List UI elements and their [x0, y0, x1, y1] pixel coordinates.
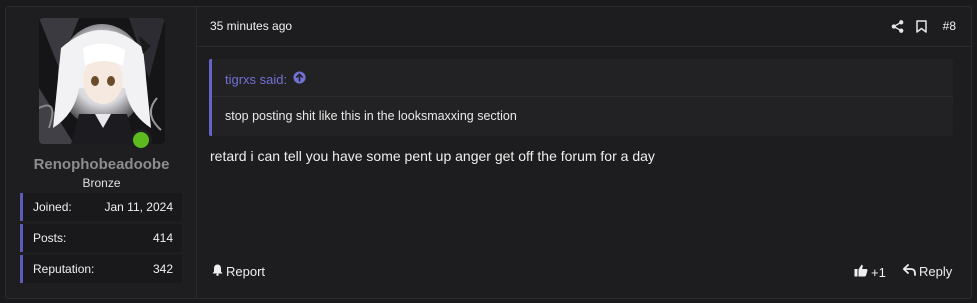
avatar[interactable]	[39, 18, 165, 144]
stat-joined: Joined: Jan 11, 2024	[20, 193, 182, 221]
stat-value: 414	[152, 231, 173, 245]
avatar-container	[39, 18, 165, 151]
bookmark-icon[interactable]	[913, 18, 929, 34]
quote-block: tigrxs said: stop posting shit like this…	[209, 59, 953, 136]
thumbs-up-icon	[854, 264, 868, 280]
forum-post: Renophobeadoobe Bronze Joined: Jan 11, 2…	[5, 6, 972, 299]
post-main: 35 minutes ago #8 tigrxs said: stop post…	[197, 7, 971, 298]
like-button[interactable]: +1	[854, 264, 886, 280]
stat-reputation: Reputation: 342	[20, 255, 182, 283]
stat-label: Joined:	[33, 200, 72, 214]
online-status-indicator	[130, 129, 152, 151]
user-title: Bronze	[82, 176, 121, 190]
post-number-link[interactable]: #8	[943, 19, 956, 33]
quote-author[interactable]: tigrxs said:	[225, 72, 287, 87]
username-link[interactable]: Renophobeadoobe	[6, 156, 197, 173]
user-sidebar: Renophobeadoobe Bronze Joined: Jan 11, 2…	[6, 7, 197, 298]
post-header: 35 minutes ago #8	[197, 7, 971, 47]
quote-text: stop posting shit like this in the looks…	[225, 109, 517, 123]
quote-divider	[212, 96, 953, 97]
reaction-count[interactable]: +1	[871, 265, 886, 280]
reply-arrow-icon	[902, 264, 916, 279]
stat-value: Jan 11, 2024	[104, 200, 173, 214]
arrow-up-circle-icon[interactable]	[293, 71, 306, 87]
share-icon[interactable]	[889, 18, 905, 34]
stat-label: Reputation:	[33, 262, 95, 276]
reply-label: Reply	[919, 264, 953, 279]
post-message: retard i can tell you have some pent up …	[210, 148, 655, 164]
stat-value: 342	[152, 262, 173, 276]
report-button[interactable]: Report	[212, 264, 265, 279]
bell-icon	[212, 264, 223, 279]
report-label: Report	[226, 264, 266, 279]
quote-header[interactable]: tigrxs said:	[225, 71, 306, 87]
stat-posts: Posts: 414	[20, 224, 182, 252]
post-timestamp[interactable]: 35 minutes ago	[210, 19, 292, 33]
reply-button[interactable]: Reply	[902, 264, 953, 279]
stat-label: Posts:	[33, 231, 67, 245]
